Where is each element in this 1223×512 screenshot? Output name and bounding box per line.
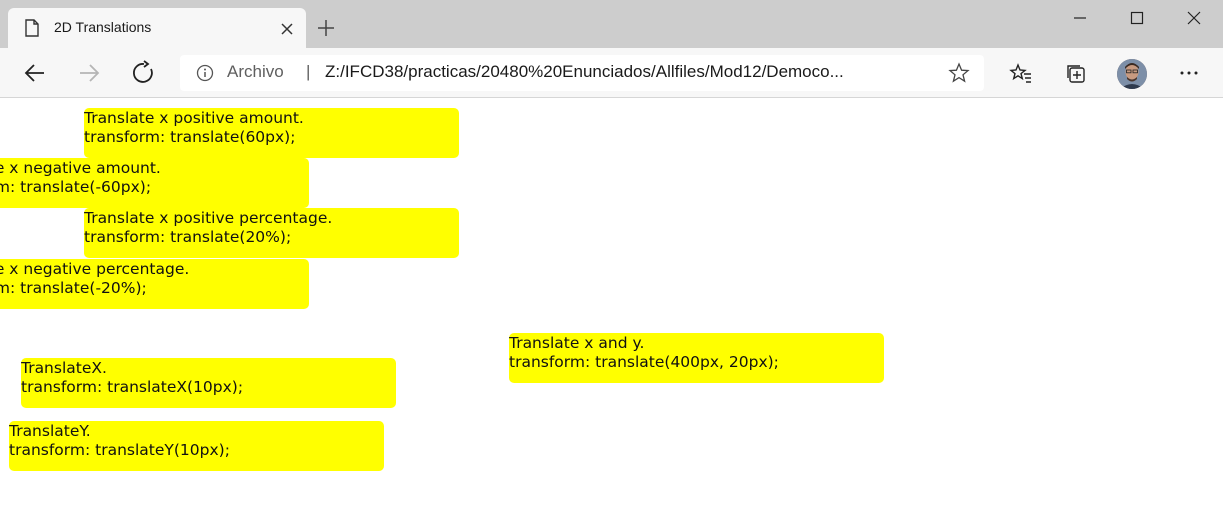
box-code: transform: translateY(10px);: [9, 441, 230, 459]
favorite-star-icon[interactable]: [948, 62, 970, 84]
scheme-label: Archivo: [227, 62, 284, 81]
translate-x-negative-percentage-box: Translate x negative percentage. transfo…: [0, 259, 309, 309]
box-code: transform: translate(-60px);: [0, 178, 152, 196]
info-icon[interactable]: [196, 64, 214, 82]
translatex-box: TranslateX. transform: translateX(10px);: [21, 358, 396, 408]
tab-active[interactable]: 2D Translations: [8, 8, 306, 48]
translatey-box: TranslateY. transform: translateY(10px);: [9, 421, 384, 471]
url-text[interactable]: Z:/IFCD38/practicas/20480%20Enunciados/A…: [325, 62, 935, 82]
tab-strip: 2D Translations: [0, 0, 1223, 48]
profile-avatar[interactable]: [1117, 59, 1147, 89]
close-window-button[interactable]: [1165, 0, 1223, 36]
box-heading: Translate x positive amount.: [84, 109, 304, 127]
maximize-button[interactable]: [1108, 0, 1166, 36]
box-code: transform: translateX(10px);: [21, 378, 244, 396]
new-tab-icon[interactable]: [316, 18, 336, 38]
box-heading: Translate x positive percentage.: [84, 209, 333, 227]
box-heading: TranslateY.: [9, 422, 91, 440]
collections-icon[interactable]: [1063, 60, 1089, 86]
translate-x-negative-amount-box: Translate x negative amount. transform: …: [0, 158, 309, 208]
box-code: transform: translate(400px, 20px);: [509, 353, 779, 371]
forward-icon[interactable]: [76, 60, 102, 86]
box-heading: TranslateX.: [21, 359, 107, 377]
translate-x-positive-amount-box: Translate x positive amount. transform: …: [84, 108, 459, 158]
minimize-button[interactable]: [1051, 0, 1109, 36]
box-code: transform: translate(-20%);: [0, 279, 147, 297]
translate-x-and-y-box: Translate x and y. transform: translate(…: [509, 333, 884, 383]
page-icon: [24, 19, 40, 37]
tab-title: 2D Translations: [54, 19, 152, 35]
address-separator: |: [306, 62, 311, 81]
favorites-icon[interactable]: [1008, 60, 1034, 86]
more-menu-icon[interactable]: [1176, 60, 1202, 86]
box-heading: Translate x negative percentage.: [0, 260, 190, 278]
box-code: transform: translate(20%);: [84, 228, 292, 246]
box-heading: Translate x negative amount.: [0, 159, 161, 177]
browser-toolbar: Archivo | Z:/IFCD38/practicas/20480%20En…: [0, 48, 1223, 98]
close-tab-icon[interactable]: [280, 21, 294, 35]
box-heading: Translate x and y.: [509, 334, 645, 352]
address-bar[interactable]: Archivo | Z:/IFCD38/practicas/20480%20En…: [180, 55, 984, 91]
translate-x-positive-percentage-box: Translate x positive percentage. transfo…: [84, 208, 459, 258]
page-viewport: Translate x positive amount. transform: …: [0, 99, 1223, 512]
box-code: transform: translate(60px);: [84, 128, 296, 146]
back-icon[interactable]: [22, 60, 48, 86]
refresh-icon[interactable]: [131, 60, 157, 86]
